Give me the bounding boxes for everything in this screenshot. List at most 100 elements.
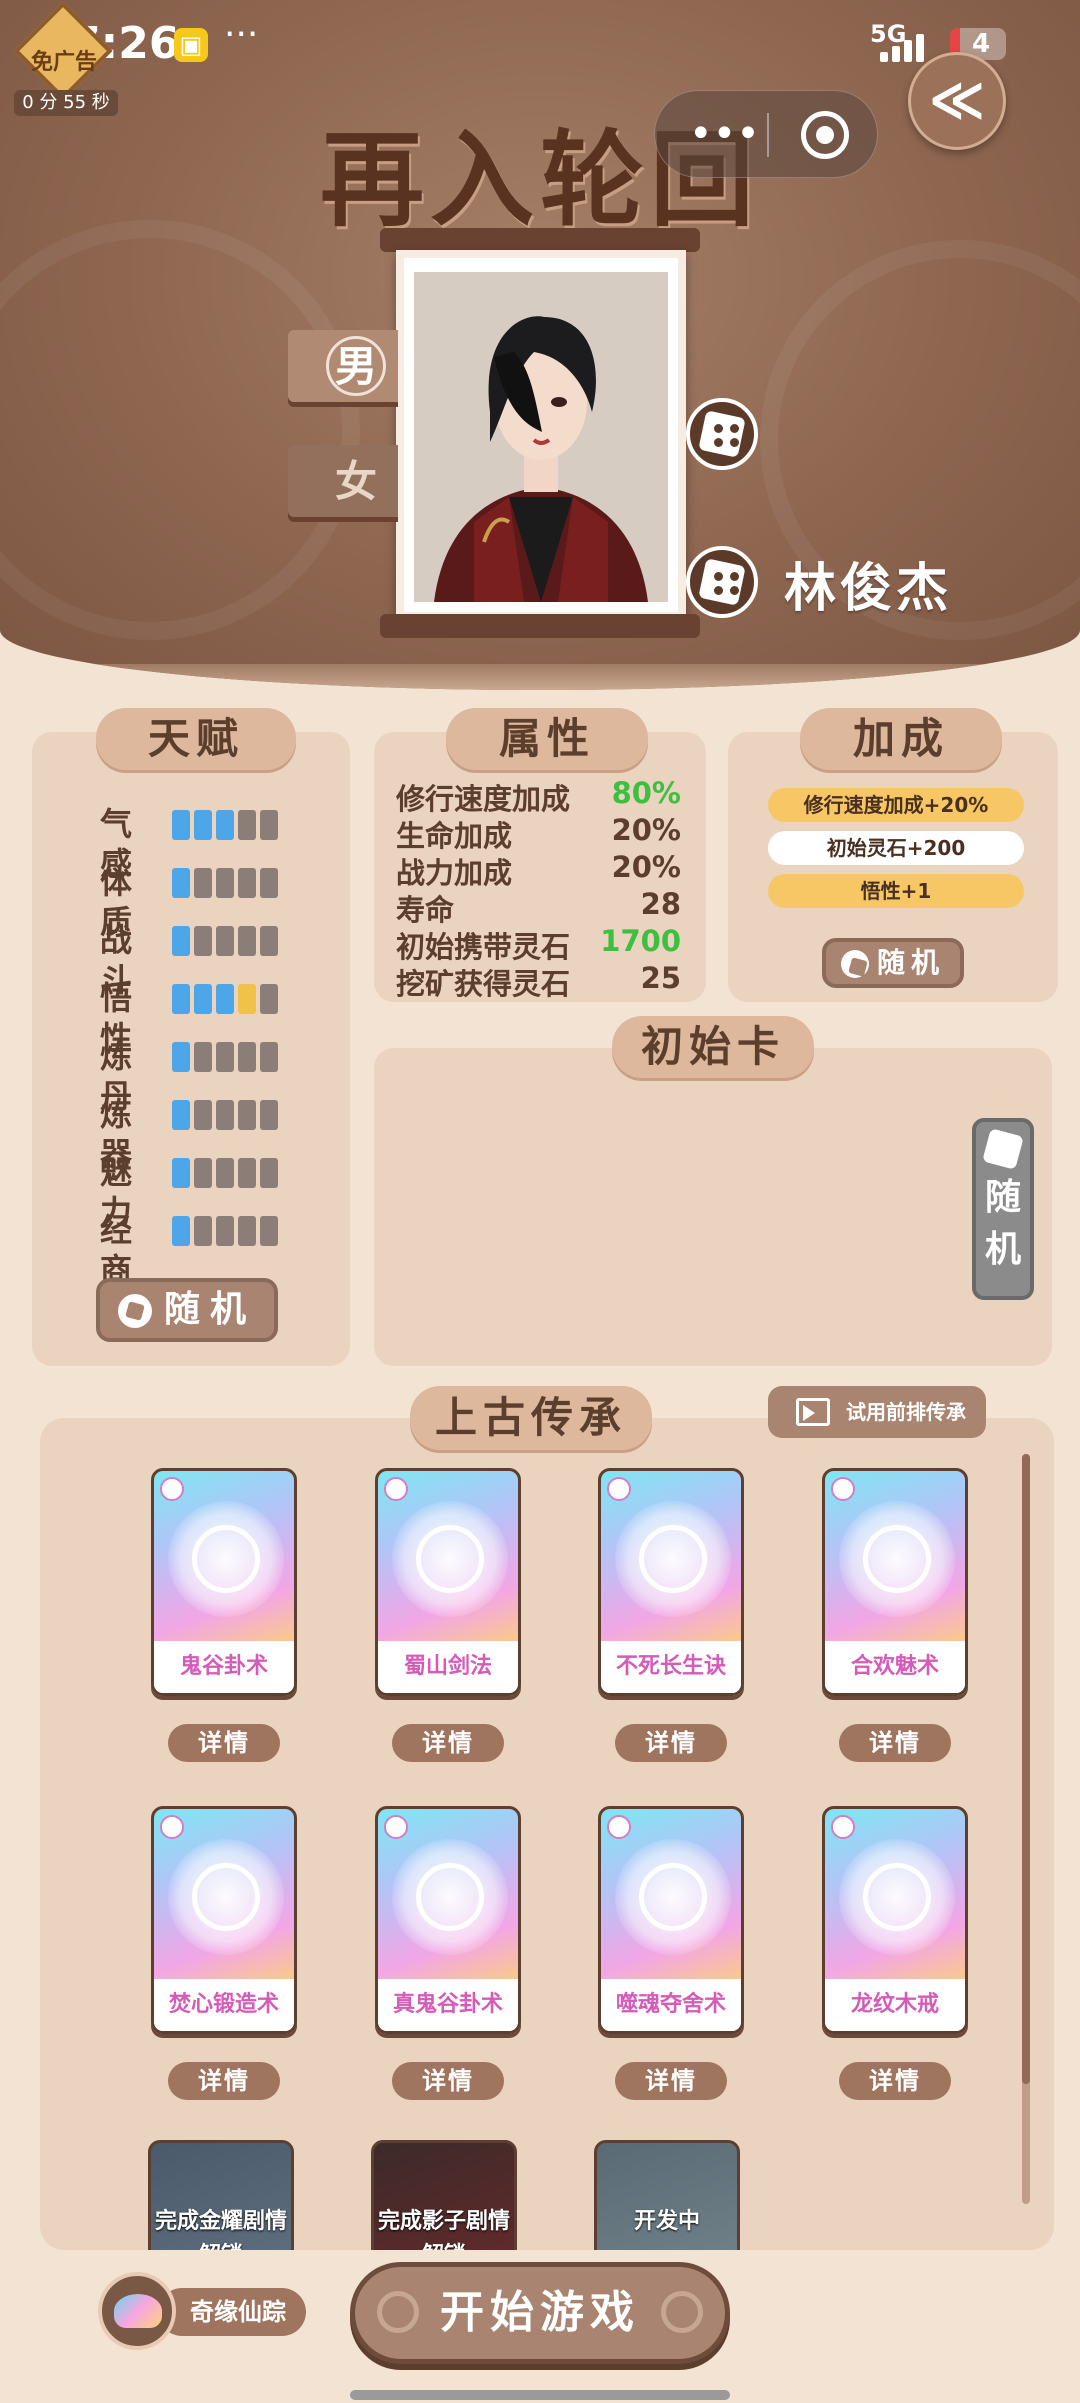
heritage-card[interactable]: 鬼谷卦术 [151, 1468, 297, 1696]
more-menu-icon[interactable]: ••• [689, 109, 760, 159]
talent-level-bar [172, 810, 282, 840]
talent-level-segment [260, 810, 278, 840]
book-icon [639, 1525, 707, 1593]
remove-ads-badge[interactable]: 免广告 0 分 55 秒 [13, 1, 118, 116]
close-miniapp-icon[interactable] [801, 111, 849, 159]
flame-anvil-icon [192, 1863, 260, 1931]
talent-level-segment [172, 1100, 190, 1130]
video-icon [796, 1398, 830, 1426]
talent-level-segment [238, 1100, 256, 1130]
gender-female-label: 女 [334, 457, 377, 506]
random-name-dice-icon[interactable] [686, 546, 758, 618]
heritage-card[interactable]: 焚心锻造术 [151, 1806, 297, 2034]
talent-level-segment [194, 868, 212, 898]
heritage-card[interactable]: 噬魂夺舍术 [598, 1806, 744, 2034]
gender-female-button[interactable]: 女 [288, 445, 398, 517]
back-arrow-icon: ≪ [928, 68, 986, 131]
gender-male-button[interactable]: 男 [288, 330, 398, 402]
crossed-swords-icon [416, 1525, 484, 1593]
detail-button[interactable]: 详情 [392, 2062, 504, 2100]
talent-level-segment [194, 984, 212, 1014]
attribute-value: 80% [611, 776, 681, 810]
talent-level-segment [172, 868, 190, 898]
scroll-rod-top [380, 228, 700, 252]
dragon-ring-icon [863, 1863, 931, 1931]
detail-button[interactable]: 详情 [839, 2062, 951, 2100]
attribute-title: 属性 [446, 708, 648, 770]
talent-level-segment [172, 926, 190, 956]
locked-heritage-card[interactable]: 完成金耀剧情解锁 [148, 2140, 294, 2250]
app-icon: ▣ [174, 28, 208, 62]
locked-heritage-card[interactable]: 完成影子剧情解锁 [371, 2140, 517, 2250]
heritage-scrollbar[interactable] [1022, 1454, 1030, 2204]
attribute-name: 挖矿获得灵石 [396, 967, 571, 1001]
talent-level-segment [260, 1158, 278, 1188]
initial-card-random-button[interactable]: 随 机 [972, 1118, 1034, 1300]
attribute-value: 20% [611, 813, 681, 847]
talent-level-segment [260, 1216, 278, 1246]
heritage-title: 上古传承 [410, 1386, 652, 1450]
gender-male-label: 男 [326, 336, 386, 396]
detail-button[interactable]: 详情 [168, 2062, 280, 2100]
talent-level-segment [194, 810, 212, 840]
talent-level-segment [194, 926, 212, 956]
heritage-card[interactable]: 龙纹木戒 [822, 1806, 968, 2034]
random-portrait-dice-icon[interactable] [686, 398, 758, 470]
dice-icon [117, 1294, 152, 1328]
fox-fan-icon [863, 1525, 931, 1593]
bonus-item: 悟性+1 [768, 874, 1024, 908]
character-portrait [396, 250, 686, 620]
element-badge-icon [831, 1815, 855, 1839]
talent-level-bar [172, 1042, 282, 1072]
locked-card-line1: 完成影子剧情 [377, 2209, 510, 2234]
detail-button[interactable]: 详情 [168, 1724, 280, 1762]
turtle-shell-icon [416, 1863, 484, 1931]
heritage-card-name: 合欢魅术 [825, 1641, 965, 1693]
talent-random-button[interactable]: 随机 [96, 1278, 278, 1342]
bonus-item: 修行速度加成+20% [768, 788, 1024, 822]
heritage-card[interactable]: 蜀山剑法 [375, 1468, 521, 1696]
talent-level-segment [260, 868, 278, 898]
initial-card-panel [374, 1048, 1052, 1366]
locked-card-line2: 解锁 [151, 2239, 291, 2250]
home-indicator [350, 2390, 730, 2400]
talent-level-segment [172, 1042, 190, 1072]
attribute-name: 寿命 [396, 893, 455, 927]
heritage-card-name: 噬魂夺舍术 [601, 1979, 741, 2031]
talent-level-bar [172, 1158, 282, 1188]
heritage-card[interactable]: 真鬼谷卦术 [375, 1806, 521, 2034]
talent-level-segment [216, 1158, 234, 1188]
detail-button[interactable]: 详情 [615, 1724, 727, 1762]
adventure-button[interactable]: 奇缘仙踪 [98, 2272, 308, 2350]
talent-level-segment [194, 1158, 212, 1188]
heritage-card-name: 不死长生诀 [601, 1641, 741, 1693]
initial-card-title: 初始卡 [612, 1016, 814, 1078]
bonus-item: 初始灵石+200 [768, 831, 1024, 865]
trial-heritage-button[interactable]: 试用前排传承 [768, 1386, 986, 1438]
heritage-card-name: 焚心锻造术 [154, 1979, 294, 2031]
detail-button[interactable]: 详情 [839, 1724, 951, 1762]
bonus-random-button[interactable]: 随机 [822, 938, 964, 988]
attribute-row: 挖矿获得灵石 25 [396, 961, 681, 1001]
character-name[interactable]: 林俊杰 [784, 546, 952, 621]
initial-card-random-label-1: 随 [984, 1177, 1021, 1218]
talent-level-bar [172, 926, 282, 956]
back-button[interactable]: ≪ [908, 52, 1006, 150]
heritage-card[interactable]: 合欢魅术 [822, 1468, 968, 1696]
element-badge-icon [160, 1477, 184, 1501]
element-badge-icon [160, 1815, 184, 1839]
talent-level-bar [172, 1216, 282, 1246]
detail-button[interactable]: 详情 [392, 1724, 504, 1762]
talent-level-segment [260, 1100, 278, 1130]
start-game-button[interactable]: 开始游戏 [350, 2262, 730, 2364]
talent-level-segment [172, 984, 190, 1014]
talent-level-segment [216, 868, 234, 898]
attribute-name: 战力加成 [396, 856, 513, 890]
heritage-card[interactable]: 不死长生诀 [598, 1468, 744, 1696]
talent-level-segment [260, 984, 278, 1014]
locked-heritage-card[interactable]: 开发中 [594, 2140, 740, 2250]
talent-level-segment [238, 984, 256, 1014]
element-badge-icon [831, 1477, 855, 1501]
talent-level-segment [238, 868, 256, 898]
detail-button[interactable]: 详情 [615, 2062, 727, 2100]
